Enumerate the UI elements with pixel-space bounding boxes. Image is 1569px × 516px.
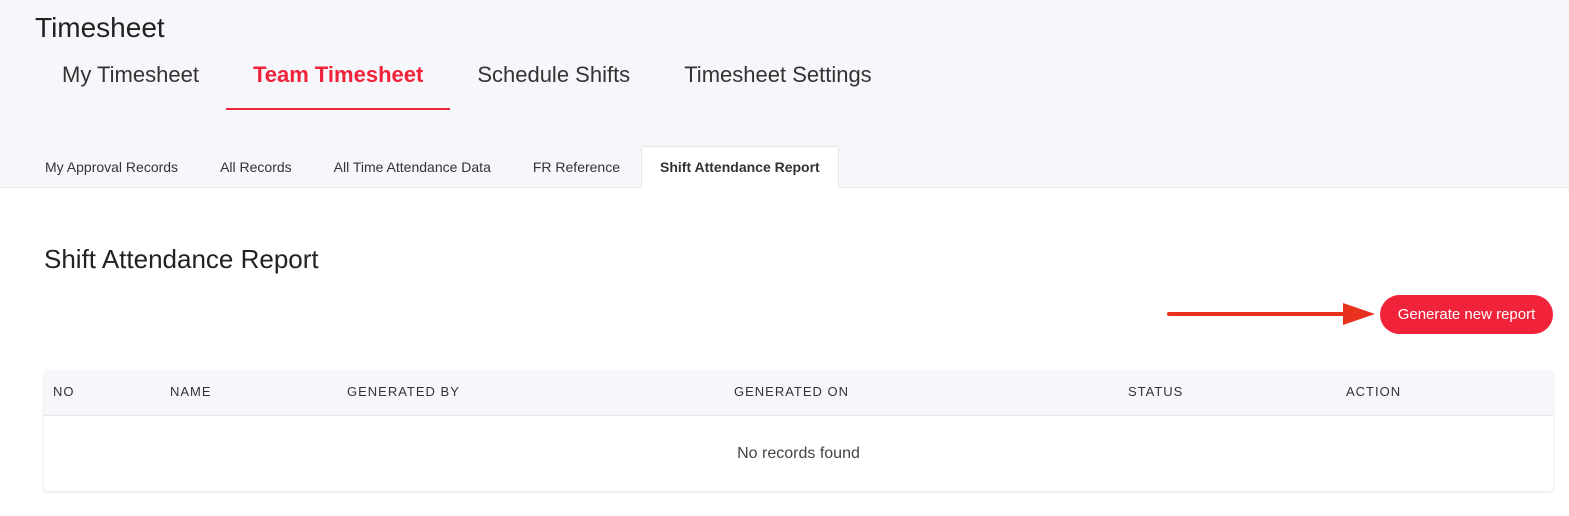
sub-tab-bar: My Approval Records All Records All Time… bbox=[24, 146, 839, 188]
tab-timesheet-settings[interactable]: Timesheet Settings bbox=[657, 50, 899, 110]
subtab-my-approval-records[interactable]: My Approval Records bbox=[24, 146, 199, 187]
table-header-row: NO NAME GENERATED BY GENERATED ON STATUS… bbox=[44, 370, 1553, 416]
report-table: NO NAME GENERATED BY GENERATED ON STATUS… bbox=[44, 370, 1553, 491]
column-header-generated-on: GENERATED ON bbox=[734, 384, 850, 399]
generate-new-report-button[interactable]: Generate new report bbox=[1380, 295, 1553, 334]
column-header-name: NAME bbox=[170, 384, 212, 399]
column-header-action: ACTION bbox=[1346, 384, 1402, 399]
page-header: Timesheet My Timesheet Team Timesheet Sc… bbox=[0, 0, 1569, 188]
app-title: Timesheet bbox=[35, 12, 165, 43]
tab-schedule-shifts[interactable]: Schedule Shifts bbox=[450, 50, 657, 110]
tab-my-timesheet[interactable]: My Timesheet bbox=[35, 50, 226, 110]
empty-state-message: No records found bbox=[737, 445, 860, 462]
main-tab-bar: My Timesheet Team Timesheet Schedule Shi… bbox=[35, 50, 899, 110]
tab-team-timesheet[interactable]: Team Timesheet bbox=[225, 50, 451, 110]
subtab-shift-attendance-report[interactable]: Shift Attendance Report bbox=[641, 146, 839, 188]
subtab-fr-reference[interactable]: FR Reference bbox=[512, 146, 641, 187]
annotation-arrow-icon bbox=[1167, 303, 1375, 325]
column-header-status: STATUS bbox=[1128, 384, 1184, 399]
subtab-all-time-attendance-data[interactable]: All Time Attendance Data bbox=[313, 146, 512, 187]
subtab-all-records[interactable]: All Records bbox=[199, 146, 313, 187]
column-header-no: NO bbox=[53, 384, 75, 399]
column-header-generated-by: GENERATED BY bbox=[347, 384, 460, 399]
page-title: Shift Attendance Report bbox=[44, 244, 319, 274]
